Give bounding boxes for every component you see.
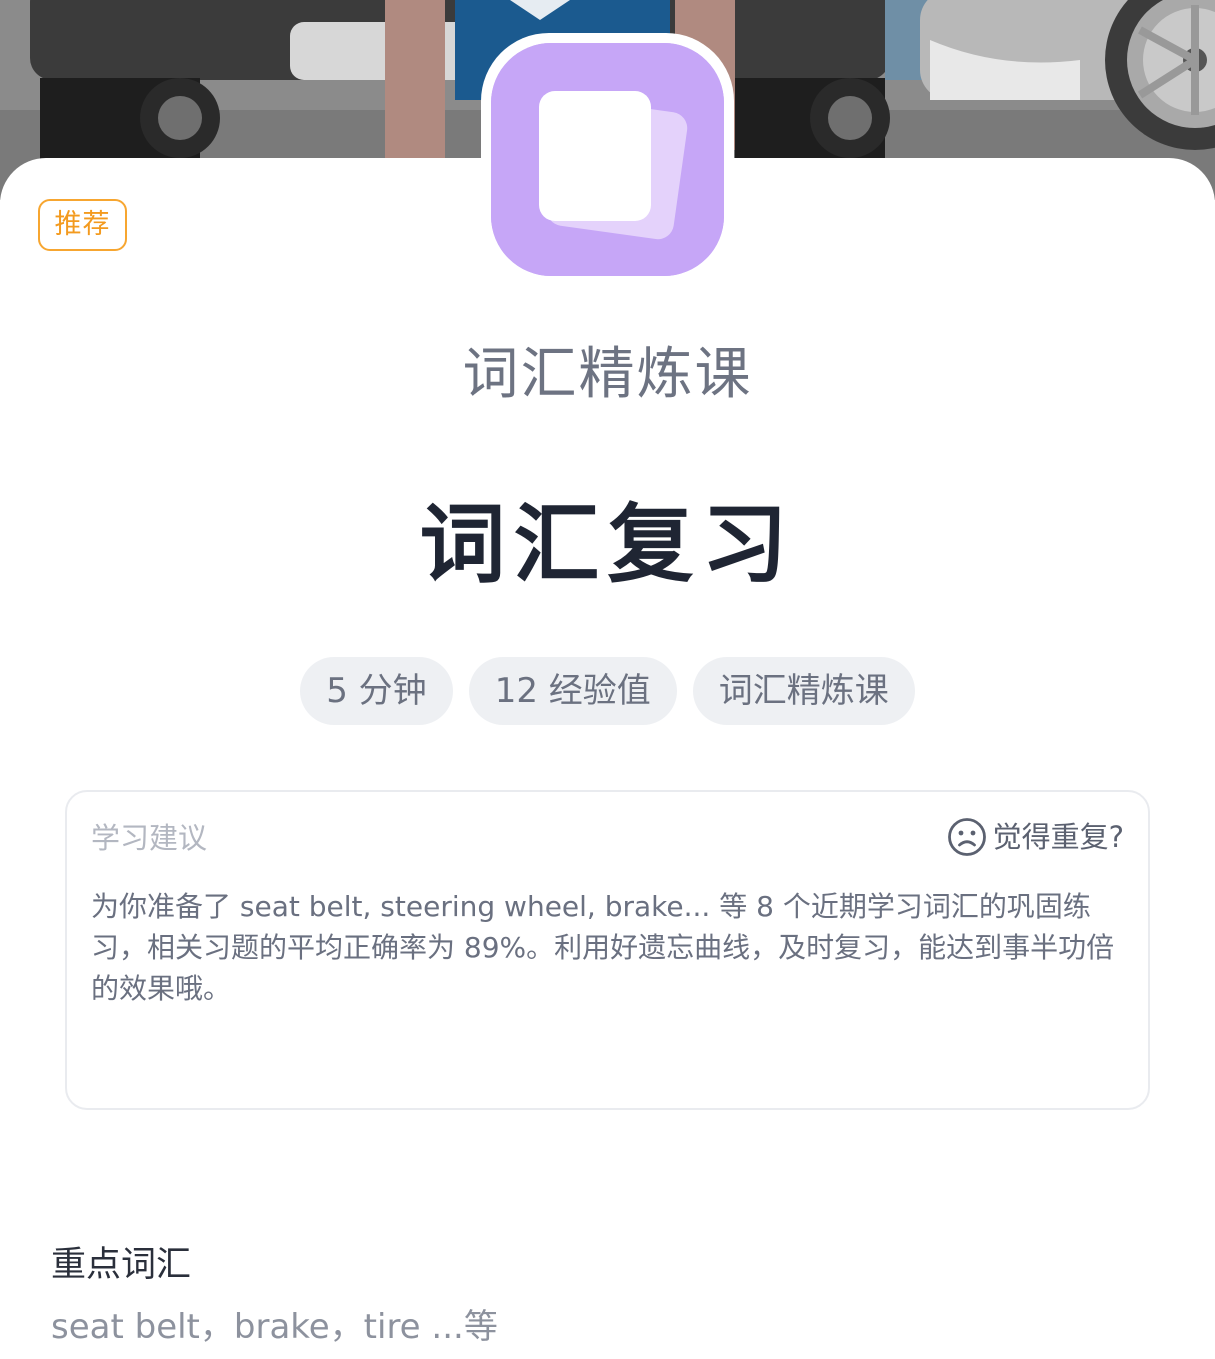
flashcards-icon xyxy=(491,43,724,276)
study-advice-card: 学习建议 觉得重复? 为你准备了 seat belt, steering whe… xyxy=(65,790,1150,1110)
chip-xp: 12 经验值 xyxy=(468,657,677,725)
course-name: 词汇精炼课 xyxy=(462,342,753,407)
lesson-title: 词汇复习 xyxy=(419,495,796,595)
study-advice-text: 为你准备了 seat belt, steering wheel, brake..… xyxy=(91,890,1115,1005)
chip-duration: 5 分钟 xyxy=(300,657,453,725)
feels-repetitive-button[interactable]: 觉得重复? xyxy=(947,816,1124,858)
recommended-badge: 推荐 xyxy=(38,199,127,251)
key-vocabulary-title: 重点词汇 xyxy=(51,1245,192,1285)
chip-course: 词汇精炼课 xyxy=(692,657,915,725)
study-advice-label: 学习建议 xyxy=(91,821,208,855)
content-sheet xyxy=(0,158,1215,1359)
lesson-meta-chips: 5 分钟 12 经验值 词汇精炼课 xyxy=(0,657,1215,725)
feels-repetitive-label: 觉得重复? xyxy=(992,820,1124,854)
sad-face-icon xyxy=(947,817,987,857)
key-vocabulary-words: seat belt，brake，tire ...等 xyxy=(51,1307,498,1347)
